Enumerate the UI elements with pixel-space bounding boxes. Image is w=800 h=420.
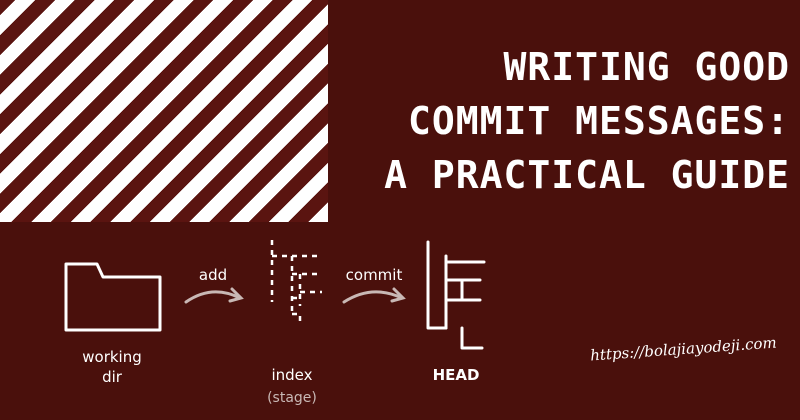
- title-line-2: COMMIT MESSAGES:: [407, 99, 790, 143]
- add-label: add: [199, 266, 227, 284]
- title-line-3: A PRACTICAL GUIDE: [384, 153, 790, 197]
- add-arrow-icon: [184, 287, 244, 304]
- index-label: index: [271, 366, 312, 384]
- commit-label: commit: [346, 266, 403, 284]
- index-tree-icon: [270, 240, 322, 322]
- head-tree-icon: [426, 240, 486, 350]
- page-title: WRITING GOOD COMMIT MESSAGES: A PRACTICA…: [384, 40, 790, 202]
- working-label: working: [82, 348, 142, 366]
- git-workflow-diagram: working dir add index (stage) commit HEA…: [64, 240, 486, 406]
- folder-icon: [64, 262, 162, 332]
- commit-arrow-icon: [342, 287, 406, 304]
- title-line-1: WRITING GOOD: [503, 45, 790, 89]
- striped-pattern: [0, 0, 328, 222]
- stage-label: (stage): [267, 390, 317, 406]
- head-label: HEAD: [433, 366, 480, 384]
- dir-label: dir: [102, 368, 123, 386]
